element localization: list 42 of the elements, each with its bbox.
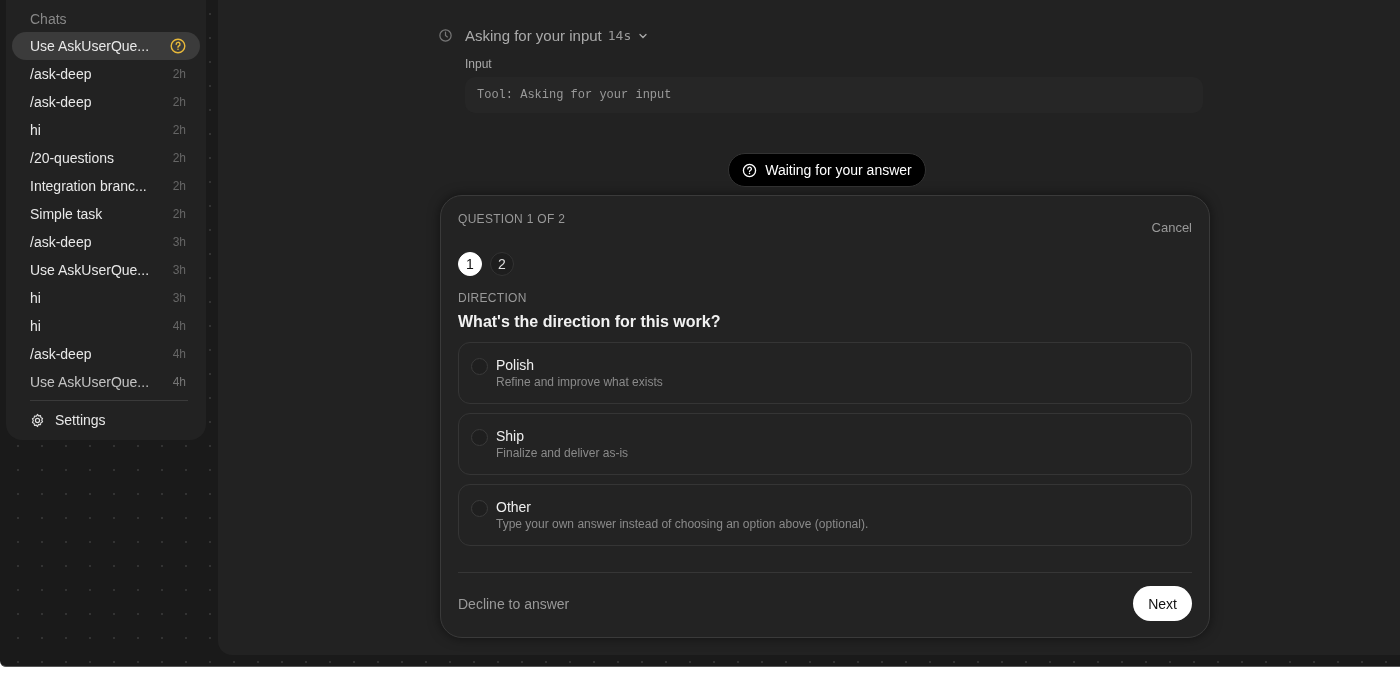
chat-item[interactable]: Simple task 2h xyxy=(12,200,200,228)
answer-option[interactable]: Polish Refine and improve what exists xyxy=(458,342,1192,404)
input-label: Input xyxy=(465,57,493,71)
settings-link[interactable]: Settings xyxy=(12,401,200,439)
question-icon xyxy=(742,162,758,178)
answer-option[interactable]: Other Type your own answer instead of choosing an option above (optional). xyxy=(458,484,1192,546)
option-label: Polish xyxy=(496,357,536,373)
radio-button[interactable] xyxy=(471,358,488,375)
chat-item[interactable]: /ask-deep 2h xyxy=(12,88,200,116)
next-button[interactable]: Next xyxy=(1133,586,1192,621)
sidebar-heading: Chats xyxy=(29,10,68,29)
question-header: DIRECTION xyxy=(458,291,528,305)
chat-item[interactable]: /20-questions 2h xyxy=(12,144,200,172)
option-label: Other xyxy=(496,499,532,515)
question-counter: QUESTION 1 OF 2 xyxy=(458,212,566,226)
chat-item[interactable]: Integration branc... 2h xyxy=(12,172,200,200)
settings-icon xyxy=(30,412,45,428)
chat-item[interactable]: hi 4h xyxy=(12,312,200,340)
decline-button[interactable]: Decline to answer xyxy=(458,595,570,612)
chat-item[interactable]: Use AskUserQue... 4h xyxy=(12,368,200,396)
option-description: Finalize and deliver as-is xyxy=(496,446,629,460)
chat-item[interactable]: Use AskUserQue... 3h xyxy=(12,256,200,284)
option-label: Ship xyxy=(496,428,526,444)
chat-item[interactable]: /ask-deep 2h xyxy=(12,60,200,88)
input-code-block: Tool: Asking for your input xyxy=(465,77,1203,113)
tool-call-toggle[interactable]: Asking for your input 14s xyxy=(465,27,650,44)
chat-item[interactable]: /ask-deep 4h xyxy=(12,340,200,368)
step-tab[interactable]: 2 xyxy=(490,252,514,276)
cancel-button[interactable]: Cancel xyxy=(1151,220,1192,235)
radio-button[interactable] xyxy=(471,500,488,517)
chat-item[interactable]: hi 3h xyxy=(12,284,200,312)
answer-option[interactable]: Ship Finalize and deliver as-is xyxy=(458,413,1192,475)
chat-item[interactable]: Use AskUserQue... xyxy=(12,32,200,60)
chat-item[interactable]: /ask-deep 3h xyxy=(12,228,200,256)
question-text: What's the direction for this work? xyxy=(458,313,722,331)
radio-button[interactable] xyxy=(471,429,488,446)
option-description: Type your own answer instead of choosing an option above (optional). xyxy=(496,517,869,531)
clock-icon xyxy=(438,28,453,43)
option-description: Refine and improve what exists xyxy=(496,375,663,389)
step-tab[interactable]: 1 xyxy=(458,252,482,276)
status-text: Waiting for your answer xyxy=(765,162,912,178)
chat-item[interactable]: hi 2h xyxy=(12,116,200,144)
